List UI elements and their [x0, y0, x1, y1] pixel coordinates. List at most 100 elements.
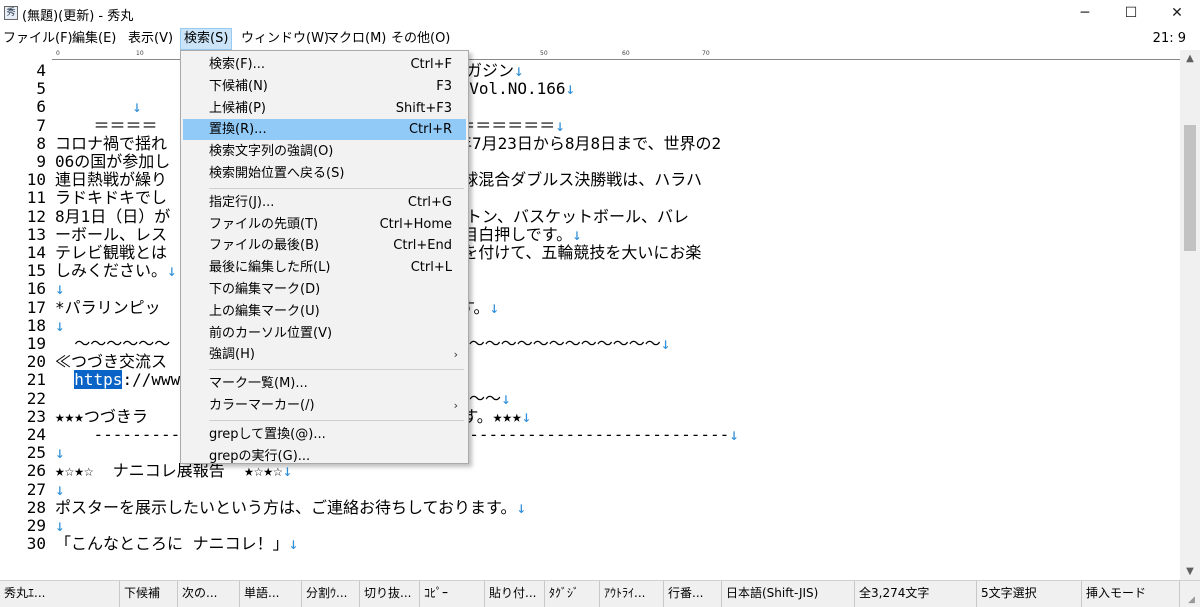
scrollbar-thumb[interactable] [1184, 125, 1196, 251]
line-number: 10 [26, 170, 46, 190]
line-text: ラドキドキでし [55, 188, 168, 208]
status-item[interactable]: 秀丸ｴ... [0, 581, 120, 607]
ruler-mark: 60 [622, 50, 630, 57]
search-menu-item[interactable]: grepして置換(@)... [183, 424, 466, 445]
line-number: 29 [26, 516, 46, 535]
menu-item-label: 下候補(N) [209, 78, 268, 94]
linefeed-arrow-icon: ↓ [660, 334, 671, 353]
line-number: 21 [26, 370, 46, 390]
search-menu-item[interactable]: 検索(F)... Ctrl+F [183, 54, 466, 75]
menu-separator [209, 419, 464, 421]
search-menu-item[interactable]: grepの実行(G)... [183, 446, 466, 467]
menu-item-label: ファイルの最後(B) [209, 238, 320, 254]
status-item: 挿入モード [1082, 581, 1180, 607]
search-menu-item[interactable]: 指定行(J)... Ctrl+G [183, 192, 466, 213]
search-menu-item[interactable]: 下候補(N) F3 [183, 76, 466, 97]
line-number: 18 [26, 315, 46, 335]
menu-item-label: grepの実行(G)... [209, 448, 311, 464]
minimize-button[interactable]: ─ [1062, 0, 1108, 28]
menu-item-label: カラーマーカー(/) [209, 398, 315, 413]
menu-macro[interactable]: マクロ(M) [323, 28, 389, 50]
search-menu-item[interactable]: 検索開始位置へ戻る(S) [183, 163, 466, 184]
editor-line: ↓ [55, 280, 65, 298]
status-item[interactable]: 下候補 [120, 581, 178, 607]
line-text: 06の国が参加し [55, 152, 171, 171]
line-text: 「こんなところに ナニコレ！」 [55, 534, 289, 554]
search-menu-item[interactable]: 前のカーソル位置(V) [183, 323, 466, 344]
search-menu-item[interactable]: 下の編集マーク(D) [183, 279, 466, 300]
status-item[interactable]: 単語... [240, 581, 302, 607]
line-number: 9 [36, 152, 46, 171]
linefeed-arrow-icon: ↓ [565, 79, 576, 99]
menu-item-label: grepして置換(@)... [209, 426, 326, 442]
line-number: 15 [26, 261, 46, 281]
menu-item-label: マーク一覧(M)... [209, 376, 308, 392]
menu-item-label: 下の編集マーク(D) [209, 282, 321, 297]
search-menu-item[interactable]: 置換(R)... Ctrl+R [183, 119, 466, 141]
search-menu-item[interactable]: ファイルの最後(B) Ctrl+End [183, 235, 466, 256]
line-number: 26 [26, 461, 46, 481]
line-number: 6 [36, 97, 46, 117]
line-number: 30 [26, 534, 46, 554]
status-item[interactable]: 貼り付... [485, 581, 545, 607]
menu-other[interactable]: その他(O) [388, 28, 453, 50]
search-menu-dropdown: 検索(F)... Ctrl+F 下候補(N) F3 上候補(P) Shift+F3 置換(R… [180, 50, 469, 464]
editor-line: ↓ [55, 98, 142, 116]
line-number: 5 [36, 79, 46, 99]
line-number: 22 [26, 388, 46, 408]
scroll-up-arrow-icon[interactable]: ▲ [1180, 50, 1200, 67]
line-number: 25 [26, 443, 46, 463]
search-menu-item[interactable]: 検索文字列の強調(O) [183, 141, 466, 162]
app-icon: 秀 [4, 6, 18, 20]
menu-item-shortcut: Ctrl+F [410, 57, 452, 72]
linefeed-arrow-icon: ↓ [55, 516, 65, 535]
menu-separator [209, 369, 464, 371]
linefeed-arrow-icon: ↓ [55, 479, 65, 499]
search-menu-item[interactable]: 強調(H) › [183, 344, 466, 365]
maximize-button[interactable]: ☐ [1108, 0, 1154, 28]
linefeed-arrow-icon: ↓ [516, 497, 527, 517]
menu-edit[interactable]: 編集(E) [69, 28, 119, 50]
status-item[interactable]: ｱｳﾄﾗｲ... [600, 581, 664, 607]
menu-window[interactable]: ウィンドウ(W) [238, 28, 332, 50]
editor-line: https://www [55, 370, 181, 390]
editor-line: 06の国が参加し [55, 153, 170, 171]
menu-view[interactable]: 表示(V) [125, 28, 176, 50]
line-number: 14 [26, 243, 46, 262]
line-number-gutter: 4 5 6 7 8 9 10 11 12 13 14 15 16 17 18 19 20 21 22 23 24 25 26… [0, 60, 52, 580]
menu-item-label: 検索開始位置へ戻る(S) [209, 166, 345, 181]
linefeed-arrow-icon: ↓ [55, 315, 65, 335]
search-menu-item[interactable]: 上候補(P) Shift+F3 [183, 98, 466, 119]
linefeed-arrow-icon: ↓ [55, 279, 65, 299]
line-text-after: ://www [122, 370, 181, 390]
search-menu-item[interactable]: カラーマーカー(/) › [183, 395, 466, 416]
vertical-scrollbar[interactable]: ▲ ▼ [1180, 50, 1200, 580]
status-item[interactable]: 切り抜... [360, 581, 420, 607]
cursor-position: 21: 9 [1152, 31, 1186, 46]
editor-line: ≪つづき交流ス [55, 353, 167, 371]
linefeed-arrow-icon: ↓ [513, 61, 524, 80]
search-menu-item[interactable]: マーク一覧(M)... [183, 373, 466, 394]
search-menu-item[interactable]: 最後に編集した所(L) Ctrl+L [183, 257, 466, 278]
status-item[interactable]: 次の... [178, 581, 240, 607]
menu-file[interactable]: ファイル(F) [0, 28, 76, 50]
menu-item-label: 強調(H) [209, 347, 255, 363]
ruler-mark: 70 [702, 50, 710, 57]
resize-grip-icon[interactable]: ◢ [1188, 595, 1198, 605]
search-menu-item[interactable]: 上の編集マーク(U) [183, 301, 466, 322]
status-item[interactable]: 分割ｳ... [302, 581, 360, 607]
close-button[interactable]: ✕ [1154, 0, 1200, 28]
menu-search[interactable]: 検索(S) [180, 28, 233, 50]
search-menu-item[interactable]: ファイルの先頭(T) Ctrl+Home [183, 214, 466, 235]
menu-item-label: ファイルの先頭(T) [209, 216, 319, 232]
menu-item-label: 最後に編集した所(L) [209, 260, 331, 276]
linefeed-arrow-icon: ↓ [55, 443, 65, 463]
editor-line: ↓ [55, 517, 65, 535]
line-number: 4 [36, 61, 46, 80]
status-item[interactable]: ﾀｸﾞｼﾞ [545, 581, 600, 607]
menu-item-shortcut: F3 [436, 78, 452, 94]
status-item[interactable]: ｺﾋﾟｰ [420, 581, 485, 607]
status-item[interactable]: 行番... [664, 581, 722, 607]
scroll-down-arrow-icon[interactable]: ▼ [1180, 563, 1200, 580]
linefeed-arrow-icon: ↓ [555, 115, 565, 135]
